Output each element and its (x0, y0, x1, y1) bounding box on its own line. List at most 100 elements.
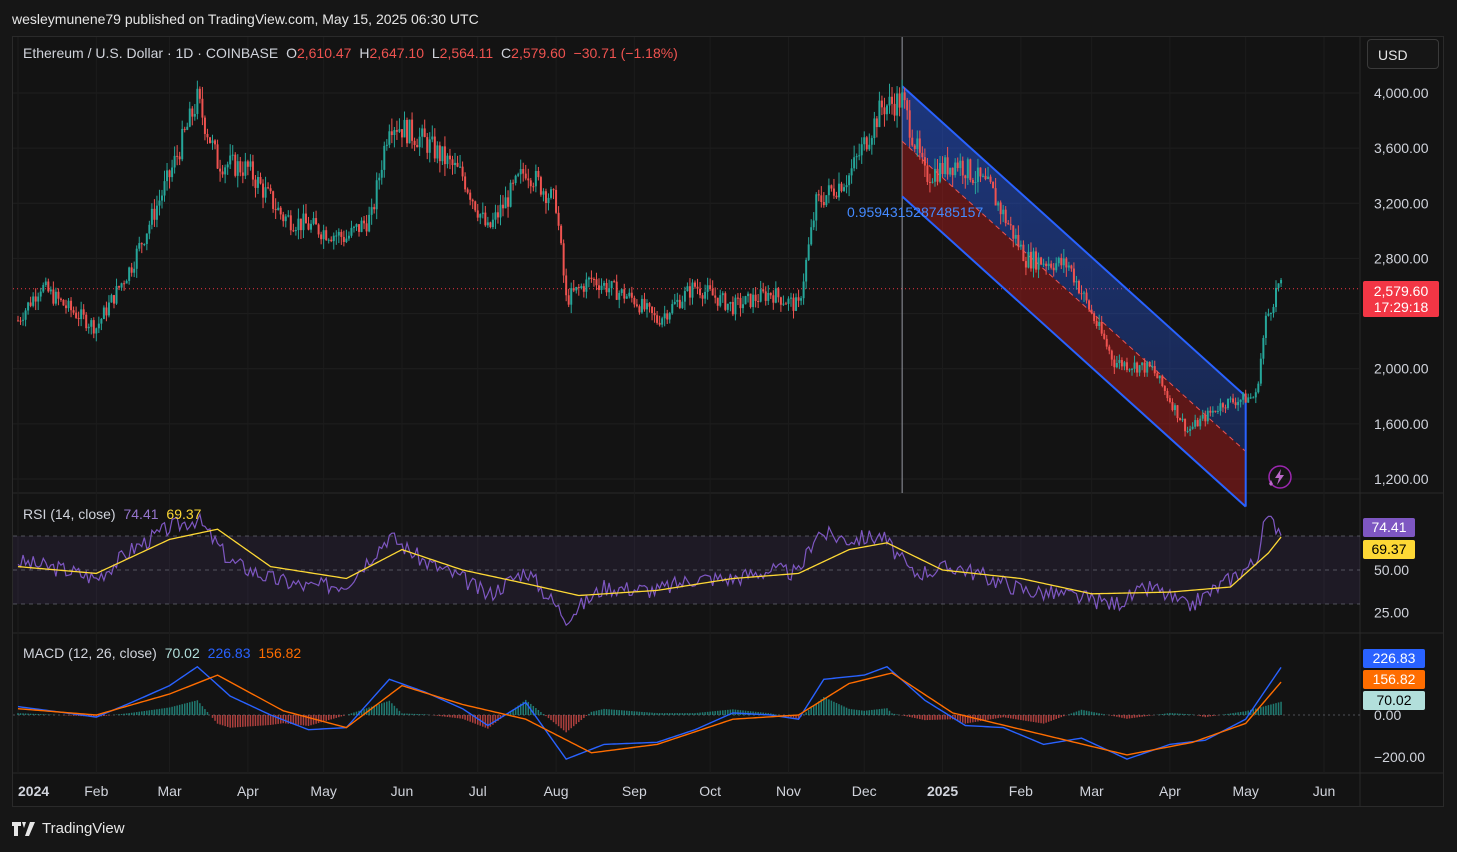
candle-body (211, 140, 214, 143)
candle-body (438, 145, 441, 162)
time-tick-label: Dec (852, 783, 877, 799)
candle-body (843, 187, 846, 192)
candle-body (451, 159, 454, 166)
candle-body (572, 288, 575, 291)
candle-body (681, 301, 684, 308)
candle-body (1214, 410, 1217, 412)
candle-body (812, 220, 815, 228)
candle-body (878, 100, 881, 128)
candle-body (90, 320, 93, 327)
candle-body (557, 212, 560, 226)
candle-body (678, 299, 681, 308)
candle-body (1209, 410, 1212, 413)
candle-body (853, 157, 856, 169)
candle-body (153, 208, 156, 220)
candle-body (875, 118, 878, 128)
candle-body (691, 282, 694, 298)
candle-body (1163, 385, 1166, 392)
candle-body (322, 230, 325, 240)
candle-body (120, 283, 123, 288)
candle-body (370, 207, 373, 215)
candle-body (1234, 402, 1237, 406)
candle-body (274, 208, 277, 211)
candle-body (166, 170, 169, 182)
candle-body (1257, 383, 1260, 393)
candle-body (822, 202, 825, 206)
candle-body (1269, 313, 1272, 315)
candle-body (203, 117, 206, 134)
candle-body (317, 224, 320, 235)
candle-body (1115, 362, 1118, 368)
rsi-tag: 74.41 (1363, 518, 1415, 537)
candle-body (542, 191, 545, 195)
candle-body (34, 296, 37, 302)
rsi-tick-label: 50.00 (1374, 562, 1409, 578)
candle-body (921, 152, 924, 158)
candle-body (888, 96, 891, 106)
candle-body (792, 297, 795, 311)
candle-body (1062, 258, 1065, 266)
candle-body (618, 293, 621, 300)
candle-body (933, 168, 936, 182)
candle-body (1067, 265, 1070, 268)
candle-body (1113, 359, 1116, 368)
candle-body (638, 306, 641, 313)
descending-channel (901, 85, 1247, 508)
candle-body (941, 162, 944, 175)
candle-body (532, 186, 535, 188)
replay-lightning-icon[interactable] (1268, 465, 1292, 489)
candle-body (855, 156, 858, 158)
candle-body (256, 176, 259, 188)
high-value: 2,647.10 (369, 45, 424, 61)
candle-body (936, 168, 939, 182)
candle-body (128, 267, 131, 281)
candle-body (504, 197, 507, 209)
candle-body (673, 301, 676, 305)
candle-body (193, 113, 196, 117)
macd-value: 226.83 (207, 645, 251, 661)
candle-body (1199, 418, 1202, 427)
candle-body (580, 286, 583, 289)
rsi-tick-label: 25.00 (1374, 605, 1409, 621)
candle-body (1027, 251, 1030, 268)
candle-body (1146, 361, 1149, 373)
brand-name: TradingView (42, 820, 125, 837)
candle-body (1052, 267, 1055, 271)
candle-body (236, 161, 239, 176)
candle-body (865, 137, 868, 150)
candle-body (825, 195, 828, 206)
candle-body (883, 107, 886, 115)
candle-body (868, 144, 871, 150)
candle-body (355, 224, 358, 227)
footer-brand[interactable]: TradingView (12, 820, 125, 837)
candle-body (858, 155, 861, 157)
candle-body (956, 162, 959, 169)
currency-button[interactable]: USD (1367, 39, 1439, 69)
candle-body (1280, 279, 1283, 284)
candle-body (1029, 251, 1032, 269)
candle-body (272, 191, 275, 209)
candle-body (251, 161, 254, 180)
candle-body (807, 244, 810, 260)
candle-body (1211, 410, 1214, 413)
candle-body (486, 222, 489, 226)
candle-body (294, 230, 297, 232)
candle-body (312, 218, 315, 224)
candle-body (512, 182, 515, 184)
candle-body (600, 285, 603, 291)
candle-body (1267, 313, 1270, 316)
chart-canvas[interactable]: 4,000.00 3,600.00 3,200.00 2,800.00 2,000.00… (0, 0, 1457, 852)
candle-body (456, 162, 459, 167)
candle-body (772, 295, 775, 303)
candle-body (479, 214, 482, 218)
last-price: 2,579.60 (1373, 283, 1429, 299)
candle-body (289, 215, 292, 231)
candle-body (643, 298, 646, 310)
candle-body (59, 298, 62, 300)
candle-body (1007, 223, 1010, 225)
candle-body (1176, 405, 1179, 419)
candle-body (898, 93, 901, 108)
candle-body (635, 304, 638, 307)
candle-body (550, 189, 553, 198)
candle-body (54, 291, 57, 304)
